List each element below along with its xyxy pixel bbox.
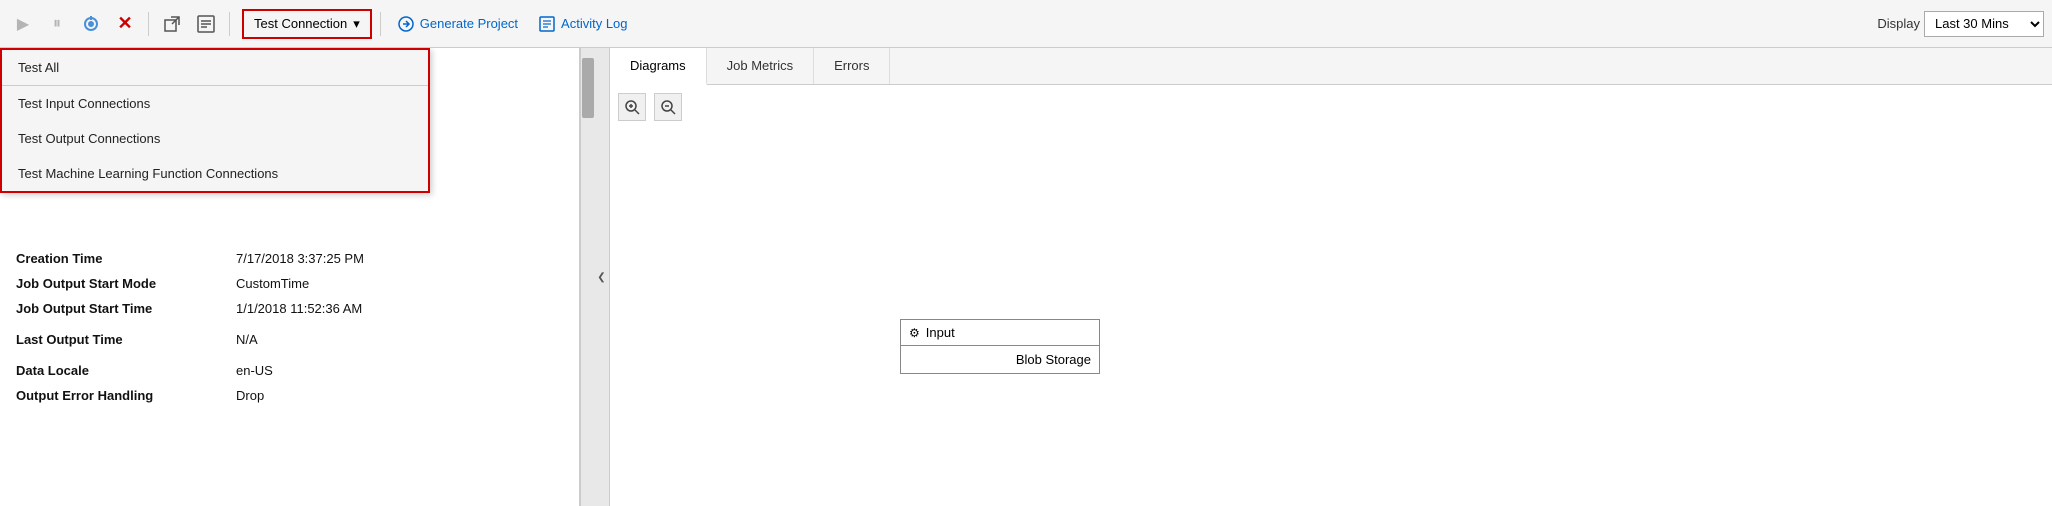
tab-job-metrics[interactable]: Job Metrics xyxy=(707,48,814,84)
refresh-icon xyxy=(82,15,100,33)
main-content: Test All Test Input Connections Test Out… xyxy=(0,48,2052,506)
node-body-label: Blob Storage xyxy=(1016,352,1091,367)
prop-label-last-output-time: Last Output Time xyxy=(16,332,236,347)
toolbar: ▶ ⏸ ✕ Test Connection ▾ xyxy=(0,0,2052,48)
generate-project-icon xyxy=(397,15,415,33)
separator-2 xyxy=(229,12,230,36)
display-select[interactable]: Last 30 Mins Last 1 Hour Last 24 Hours xyxy=(1924,11,2044,37)
activity-log-label: Activity Log xyxy=(561,16,627,31)
prop-label-output-start-time: Job Output Start Time xyxy=(16,301,236,316)
scrollbar-thumb[interactable] xyxy=(582,58,594,118)
left-panel: Test All Test Input Connections Test Out… xyxy=(0,48,580,506)
dropdown-test-all[interactable]: Test All xyxy=(2,50,428,86)
properties-panel: Creation Time 7/17/2018 3:37:25 PM Job O… xyxy=(0,238,579,506)
vertical-scrollbar[interactable] xyxy=(580,48,594,506)
property-row: Job Output Start Time 1/1/2018 11:52:36 … xyxy=(16,296,563,321)
property-row: Data Locale en-US xyxy=(16,358,563,383)
right-panel: Diagrams Job Metrics Errors xyxy=(610,48,2052,506)
zoom-in-icon xyxy=(624,99,640,115)
zoom-in-button[interactable] xyxy=(618,93,646,121)
tab-errors[interactable]: Errors xyxy=(814,48,890,84)
zoom-controls xyxy=(610,85,2052,129)
property-row: Output Error Handling Drop xyxy=(16,383,563,408)
prop-value-output-start-mode: CustomTime xyxy=(236,276,309,291)
edit-button[interactable] xyxy=(191,9,221,39)
external-link-icon xyxy=(163,15,181,33)
external-link-button[interactable] xyxy=(157,9,187,39)
zoom-out-button[interactable] xyxy=(654,93,682,121)
prop-label-output-start-mode: Job Output Start Mode xyxy=(16,276,236,291)
separator-1 xyxy=(148,12,149,36)
prop-label-creation-time: Creation Time xyxy=(16,251,236,266)
generate-project-link[interactable]: Generate Project xyxy=(389,11,526,37)
node-header: ⚙ Input xyxy=(901,320,1099,346)
pause-button[interactable]: ⏸ xyxy=(42,9,72,39)
diagram-node-input-blob[interactable]: ⚙ Input Blob Storage xyxy=(900,319,1100,374)
node-body: Blob Storage xyxy=(901,346,1099,373)
prop-label-output-error: Output Error Handling xyxy=(16,388,236,403)
generate-project-label: Generate Project xyxy=(420,16,518,31)
property-row: Last Output Time N/A xyxy=(16,327,563,352)
prop-value-last-output-time: N/A xyxy=(236,332,258,347)
activity-log-icon xyxy=(538,15,556,33)
dropdown-test-ml[interactable]: Test Machine Learning Function Connectio… xyxy=(2,156,428,191)
close-button[interactable]: ✕ xyxy=(110,9,140,39)
zoom-out-icon xyxy=(660,99,676,115)
property-row: Creation Time 7/17/2018 3:37:25 PM xyxy=(16,246,563,271)
diagram-canvas: ⚙ Input Blob Storage xyxy=(610,129,2052,506)
diagram-area: ⚙ Input Blob Storage xyxy=(610,85,2052,506)
test-connection-dropdown: Test All Test Input Connections Test Out… xyxy=(0,48,430,193)
dropdown-test-input[interactable]: Test Input Connections xyxy=(2,86,428,121)
activity-log-link[interactable]: Activity Log xyxy=(530,11,635,37)
tab-diagrams[interactable]: Diagrams xyxy=(610,48,707,85)
node-header-label: Input xyxy=(926,325,955,340)
separator-3 xyxy=(380,12,381,36)
prop-value-output-error: Drop xyxy=(236,388,264,403)
collapse-handle[interactable]: ❮ xyxy=(594,48,610,506)
display-label: Display xyxy=(1877,16,1920,31)
prop-value-data-locale: en-US xyxy=(236,363,273,378)
edit-icon xyxy=(197,15,215,33)
test-connection-arrow: ▾ xyxy=(353,16,360,32)
property-row: Job Output Start Mode CustomTime xyxy=(16,271,563,296)
refresh-button[interactable] xyxy=(76,9,106,39)
dropdown-test-output[interactable]: Test Output Connections xyxy=(2,121,428,156)
play-button[interactable]: ▶ xyxy=(8,9,38,39)
tabs-bar: Diagrams Job Metrics Errors xyxy=(610,48,2052,85)
test-connection-button[interactable]: Test Connection ▾ xyxy=(242,9,372,39)
prop-value-output-start-time: 1/1/2018 11:52:36 AM xyxy=(236,301,362,316)
prop-label-data-locale: Data Locale xyxy=(16,363,236,378)
collapse-icon: ❮ xyxy=(597,272,605,283)
node-gear-icon: ⚙ xyxy=(909,326,920,340)
prop-value-creation-time: 7/17/2018 3:37:25 PM xyxy=(236,251,364,266)
test-connection-label: Test Connection xyxy=(254,16,347,31)
